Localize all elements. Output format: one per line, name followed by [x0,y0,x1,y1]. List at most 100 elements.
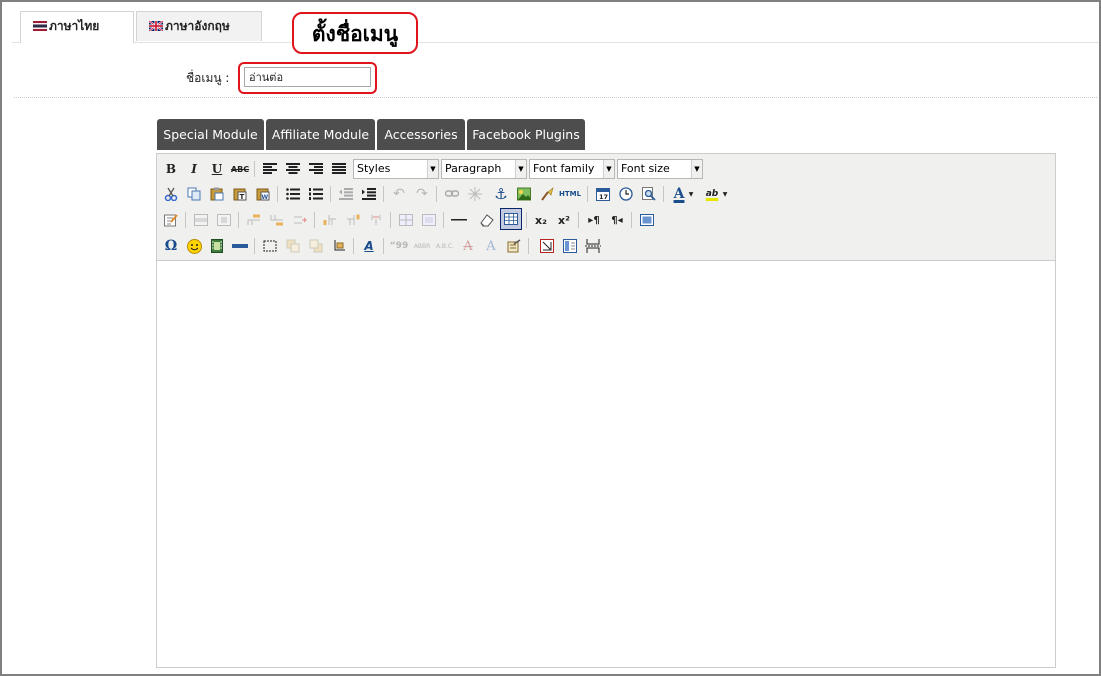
paste-icon[interactable] [207,184,227,204]
page-break-icon[interactable] [583,236,603,256]
advanced-hr-icon[interactable] [230,236,250,256]
insert-col-after-icon[interactable] [343,210,363,230]
chevron-down-icon: ▼ [515,160,526,178]
separator [436,186,437,202]
format-select[interactable]: Paragraph ▼ [441,159,527,179]
separator [390,212,391,228]
horizontal-rule-icon[interactable] [449,210,469,230]
special-module-button[interactable]: Special Module [157,119,264,150]
insert-row-after-icon[interactable] [267,210,287,230]
format-select-value: Paragraph [445,162,502,175]
app-frame: ภาษาไทย ภาษาอังกฤษ ตั้งชื่อเมนู ชื่อเมนู… [0,0,1101,676]
insert-row-before-icon[interactable] [244,210,264,230]
delete-row-icon[interactable] [290,210,310,230]
font-family-select[interactable]: Font family ▼ [529,159,615,179]
accessories-button[interactable]: Accessories [377,119,465,150]
indent-icon[interactable] [359,184,379,204]
table-icon[interactable] [500,208,522,230]
strikethrough-button[interactable]: ABC [230,159,250,179]
cut-icon[interactable] [161,184,181,204]
chevron-down-icon: ▼ [603,160,614,178]
delete-text-icon[interactable]: A [458,236,478,256]
outdent-icon[interactable] [336,184,356,204]
rich-text-editor: B I U ABC Styles ▼ Paragraph ▼ Font family… [156,153,1056,668]
callout-text: ตั้งชื่อเมนู [311,22,399,46]
styles-select[interactable]: Styles ▼ [353,159,439,179]
bold-button[interactable]: B [161,159,181,179]
cell-props-icon[interactable] [214,210,234,230]
subscript-button[interactable]: x₂ [531,210,551,230]
ltr-icon[interactable]: ▸¶ [584,210,604,230]
separator [254,238,255,254]
tab-thai[interactable]: ภาษาไทย [20,11,134,43]
insert-time-icon[interactable] [616,184,636,204]
undo-icon[interactable]: ↶ [389,184,409,204]
align-left-icon[interactable] [260,159,280,179]
align-justify-icon[interactable] [329,159,349,179]
menu-name-label: ชื่อเมนู : [186,71,230,85]
separator [578,212,579,228]
styleprops-icon[interactable]: A [359,236,379,256]
fullscreen-icon[interactable] [637,210,657,230]
visual-chars-icon[interactable] [537,236,557,256]
tab-label: ภาษาอังกฤษ [165,19,230,33]
cleanup-icon[interactable] [537,184,557,204]
move-backward-icon[interactable] [306,236,326,256]
anchor-icon[interactable]: ⚓ [491,184,511,204]
delete-col-icon[interactable] [366,210,386,230]
chevron-down-icon: ▼ [691,160,702,178]
paste-text-icon[interactable]: T [230,184,250,204]
redo-icon[interactable]: ↷ [412,184,432,204]
separator [277,186,278,202]
italic-button[interactable]: I [184,159,204,179]
insert-date-icon[interactable]: 17 [593,184,613,204]
menu-name-input[interactable] [244,67,371,87]
highlight-color-button[interactable]: ab [702,184,722,204]
attributes-icon[interactable] [504,236,524,256]
move-forward-icon[interactable] [283,236,303,256]
image-icon[interactable] [514,184,534,204]
edit-css-icon[interactable] [161,210,181,230]
chevron-down-icon: ▼ [427,160,438,178]
editor-content-area[interactable] [157,261,1055,667]
insert-col-before-icon[interactable] [320,210,340,230]
paste-word-icon[interactable]: W [253,184,273,204]
insert-text-icon[interactable]: A [481,236,501,256]
split-cells-icon[interactable] [396,210,416,230]
rtl-icon[interactable]: ¶◂ [607,210,627,230]
html-source-button[interactable]: HTML [559,184,581,204]
facebook-plugins-button[interactable]: Facebook Plugins [467,119,585,150]
special-char-button[interactable]: Ω [161,236,181,256]
separator [663,186,664,202]
uk-flag-icon [149,21,163,31]
underline-button[interactable]: U [207,159,227,179]
superscript-button[interactable]: x² [554,210,574,230]
merge-cells-icon[interactable] [419,210,439,230]
align-center-icon[interactable] [283,159,303,179]
preview-icon[interactable] [639,184,659,204]
abbr-icon[interactable]: ABBR [412,236,432,256]
separator [383,186,384,202]
align-right-icon[interactable] [306,159,326,179]
template-icon[interactable] [560,236,580,256]
chevron-down-icon[interactable]: ▼ [687,184,695,204]
font-size-select[interactable]: Font size ▼ [617,159,703,179]
link-icon[interactable] [442,184,462,204]
insert-layer-icon[interactable] [260,236,280,256]
font-color-button[interactable]: A [669,184,689,204]
affiliate-module-button[interactable]: Affiliate Module [266,119,375,150]
numbered-list-icon[interactable] [306,184,326,204]
copy-icon[interactable] [184,184,204,204]
cite-icon[interactable]: “99 [389,236,409,256]
tab-english[interactable]: ภาษาอังกฤษ [136,11,262,41]
acronym-icon[interactable]: A.B.C. [435,236,455,256]
unlink-icon[interactable] [465,184,485,204]
separator [526,212,527,228]
bullet-list-icon[interactable] [283,184,303,204]
emoticon-icon[interactable] [184,236,204,256]
row-props-icon[interactable] [191,210,211,230]
chevron-down-icon[interactable]: ▼ [721,184,729,204]
eraser-icon[interactable] [477,210,497,230]
media-icon[interactable] [207,236,227,256]
absolute-position-icon[interactable] [329,236,349,256]
